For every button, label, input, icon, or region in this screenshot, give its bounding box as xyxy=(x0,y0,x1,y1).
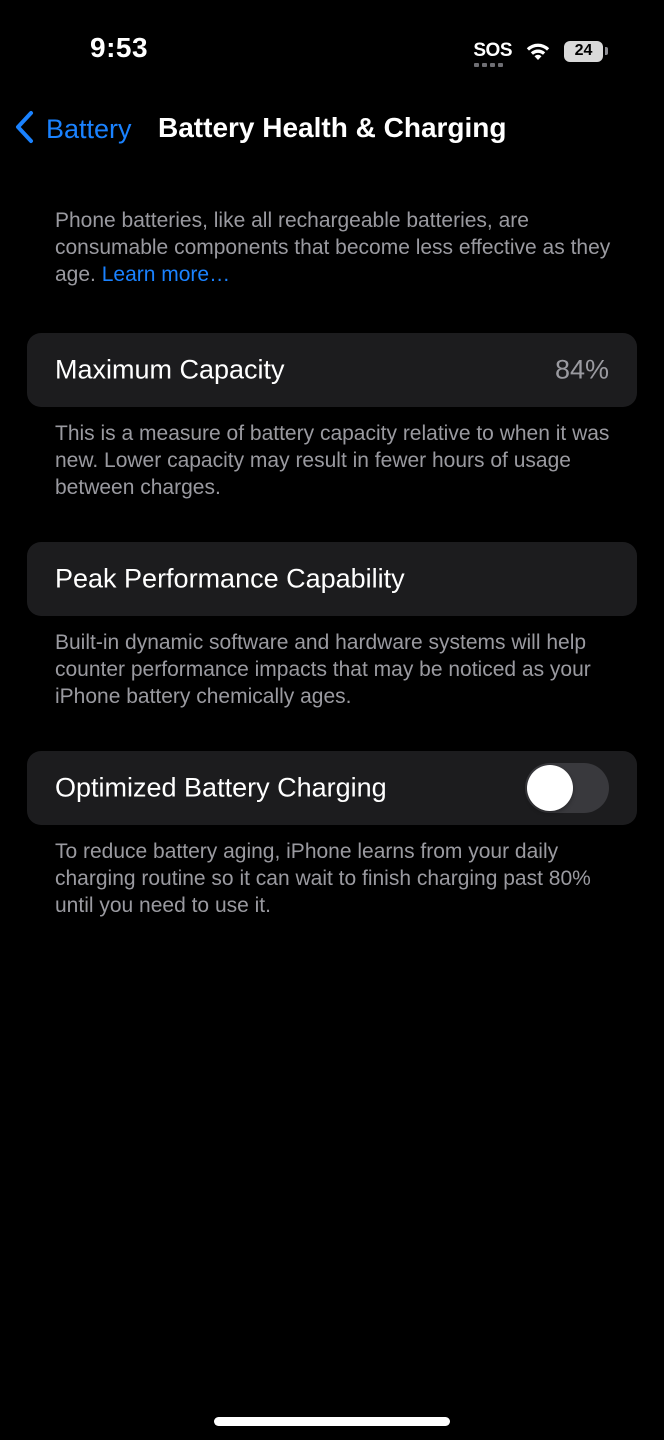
peak-performance-label: Peak Performance Capability xyxy=(55,563,405,594)
status-time: 9:53 xyxy=(90,32,149,63)
maximum-capacity-footer: This is a measure of battery capacity re… xyxy=(55,422,610,499)
maximum-capacity-label: Maximum Capacity xyxy=(55,354,285,385)
toggle-knob xyxy=(527,765,573,811)
optimized-charging-row: Optimized Battery Charging xyxy=(27,751,637,825)
intro-description: Phone batteries, like all rechargeable b… xyxy=(55,207,615,288)
status-indicators: SOS 24 xyxy=(473,36,608,67)
optimized-charging-label: Optimized Battery Charging xyxy=(55,772,387,803)
peak-performance-row: Peak Performance Capability xyxy=(27,542,637,616)
maximum-capacity-value: 84% xyxy=(554,354,609,385)
battery-level: 24 xyxy=(564,40,604,62)
optimized-charging-footer: To reduce battery aging, iPhone learns f… xyxy=(55,840,591,917)
sos-indicator: SOS xyxy=(473,40,512,67)
page-title: Battery Health & Charging xyxy=(158,112,507,143)
navigation-bar: Battery Battery Health & Charging xyxy=(0,104,664,154)
back-button[interactable]: Battery xyxy=(14,110,132,149)
optimized-charging-toggle[interactable] xyxy=(525,763,609,813)
back-label: Battery xyxy=(46,114,132,144)
chevron-left-icon xyxy=(14,110,36,149)
learn-more-link[interactable]: Learn more… xyxy=(102,263,230,286)
battery-icon: 24 xyxy=(564,40,608,62)
battery-cap xyxy=(605,47,608,55)
maximum-capacity-row: Maximum Capacity 84% xyxy=(27,333,637,407)
wifi-icon xyxy=(524,40,552,62)
sos-label: SOS xyxy=(473,40,512,61)
status-bar: 9:53 SOS 24 xyxy=(0,0,664,100)
home-indicator[interactable] xyxy=(214,1417,450,1426)
signal-dots-icon xyxy=(474,63,506,67)
peak-performance-footer: Built-in dynamic software and hardware s… xyxy=(55,631,591,708)
